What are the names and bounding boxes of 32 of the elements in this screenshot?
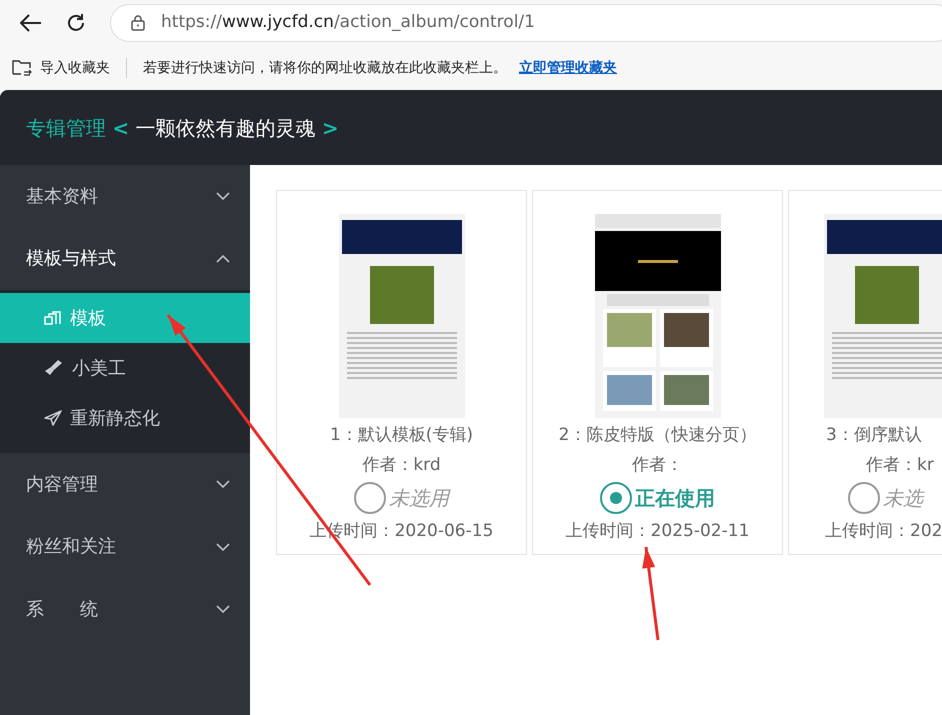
folder-icon — [12, 59, 32, 77]
lock-icon — [131, 15, 145, 31]
template-author: 作者： — [632, 454, 683, 477]
menu-group[interactable]: 内容管理 — [0, 453, 250, 516]
chevron-down-icon — [216, 480, 230, 488]
manage-favorites-link[interactable]: 立即管理收藏夹 — [519, 58, 617, 78]
paper-plane-icon — [44, 410, 62, 426]
address-bar[interactable]: https://www.jycfd.cn/action_album/control/1 — [110, 4, 942, 42]
menu-group[interactable]: 模板与样式 — [0, 228, 250, 290]
template-name: 3：倒序默认 — [826, 424, 922, 447]
template-name: 1：默认模板(专辑) — [330, 424, 474, 447]
upload-time: 上传时间：202 — [825, 520, 942, 543]
url-text: https://www.jycfd.cn/action_album/control/1 — [161, 11, 535, 34]
submenu-item[interactable]: 小美工 — [0, 343, 250, 393]
chevron-down-icon — [216, 192, 230, 200]
reload-icon[interactable] — [66, 13, 86, 33]
menu-group[interactable]: 粉丝和关注 — [0, 516, 250, 578]
stacked-cards-icon — [44, 311, 62, 325]
submenu-item[interactable]: 重新静态化 — [0, 393, 250, 443]
page-title: 专辑管理 < 一颗依然有趣的灵魂 > — [26, 114, 339, 142]
chevron-down-icon — [216, 605, 230, 614]
chevron-up-icon — [216, 254, 230, 263]
template-author: 作者：krd — [362, 454, 441, 477]
import-favorites-button[interactable]: 导入收藏夹 — [12, 58, 110, 78]
chevron-down-icon — [216, 542, 230, 551]
favorites-hint: 若要进行快速访问，请将你的网址收藏放在此收藏夹栏上。 — [143, 58, 507, 78]
menu-group[interactable]: 基本资料 — [0, 165, 250, 228]
menu-group[interactable]: 系 统 — [0, 578, 250, 640]
template-name: 2：陈皮特版（快速分页） — [558, 424, 756, 447]
upload-time: 上传时间：2025-02-11 — [566, 520, 750, 543]
template-author: 作者：kr — [865, 454, 934, 477]
back-icon[interactable] — [20, 14, 42, 32]
